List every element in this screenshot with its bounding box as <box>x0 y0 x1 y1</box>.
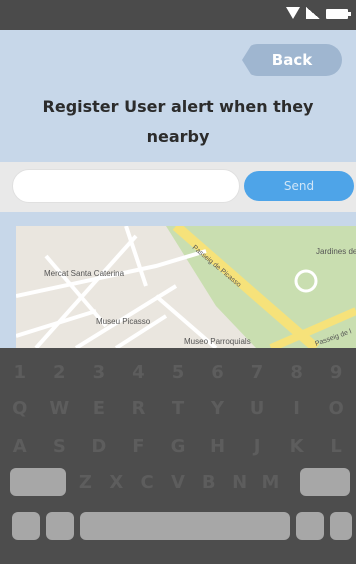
page-title: Register User alert when they nearby <box>42 97 314 146</box>
key[interactable]: 3 <box>84 362 114 383</box>
map-label-museu: Museu Picasso <box>96 317 151 326</box>
key[interactable]: F <box>123 436 153 457</box>
keyboard-row-qwerty: Q W E R T Y U I O <box>0 398 356 419</box>
map-svg: Jardines de la Ciutadella Mercat Santa C… <box>16 226 356 348</box>
key[interactable]: D <box>84 436 114 457</box>
key[interactable]: H <box>203 436 233 457</box>
keyboard-row-numbers: 1 2 3 4 5 6 7 8 9 <box>0 362 356 383</box>
key[interactable]: 8 <box>282 362 312 383</box>
enter-key[interactable] <box>330 512 352 540</box>
shift-key[interactable] <box>10 468 66 496</box>
key[interactable]: 5 <box>163 362 193 383</box>
key[interactable]: Q <box>5 398 35 419</box>
backspace-key[interactable] <box>300 468 350 496</box>
key[interactable]: 1 <box>5 362 35 383</box>
key[interactable]: 4 <box>123 362 153 383</box>
key[interactable]: U <box>242 398 272 419</box>
key[interactable]: L <box>321 436 351 457</box>
keyboard-row-zxcv: Z X C V B N M <box>70 472 286 493</box>
comma-key[interactable] <box>46 512 74 540</box>
back-button[interactable]: Back <box>242 44 342 76</box>
key[interactable]: B <box>194 472 224 493</box>
key[interactable]: M <box>255 472 285 493</box>
space-key[interactable] <box>80 512 290 540</box>
key[interactable]: X <box>101 472 131 493</box>
key[interactable]: V <box>163 472 193 493</box>
key[interactable]: K <box>282 436 312 457</box>
key[interactable]: 6 <box>203 362 233 383</box>
keyboard-row-asdf: A S D F G H J K L <box>0 436 356 457</box>
key[interactable]: 9 <box>321 362 351 383</box>
key[interactable]: C <box>132 472 162 493</box>
key[interactable]: Z <box>70 472 100 493</box>
phone-screen: Back Register User alert when they nearb… <box>0 0 356 564</box>
key[interactable]: Y <box>203 398 233 419</box>
key[interactable]: I <box>282 398 312 419</box>
key[interactable]: E <box>84 398 114 419</box>
key[interactable]: N <box>225 472 255 493</box>
key[interactable]: T <box>163 398 193 419</box>
signal-icon <box>306 7 320 19</box>
key[interactable]: 2 <box>44 362 74 383</box>
key[interactable]: G <box>163 436 193 457</box>
key[interactable]: A <box>5 436 35 457</box>
keyboard: 1 2 3 4 5 6 7 8 9 Q W E R T Y U I O A S … <box>0 348 356 564</box>
period-key[interactable] <box>296 512 324 540</box>
key[interactable]: R <box>123 398 153 419</box>
key[interactable]: J <box>242 436 272 457</box>
map-label-museo: Museo Parroquials <box>184 337 251 346</box>
battery-icon <box>326 9 351 19</box>
wifi-icon <box>286 7 300 19</box>
map-view[interactable]: Jardines de la Ciutadella Mercat Santa C… <box>16 226 356 348</box>
key[interactable]: W <box>44 398 74 419</box>
key[interactable]: O <box>321 398 351 419</box>
map-label-jardines: Jardines de la Ciutadella <box>316 247 356 256</box>
key[interactable]: 7 <box>242 362 272 383</box>
key[interactable]: S <box>44 436 74 457</box>
input-row: Send <box>0 162 356 212</box>
status-icons <box>286 7 351 19</box>
send-button[interactable]: Send <box>244 171 354 201</box>
map-label-mercat: Mercat Santa Caterina <box>44 269 125 278</box>
alert-input[interactable] <box>12 169 240 203</box>
symbols-key[interactable] <box>12 512 40 540</box>
status-bar <box>0 0 356 30</box>
